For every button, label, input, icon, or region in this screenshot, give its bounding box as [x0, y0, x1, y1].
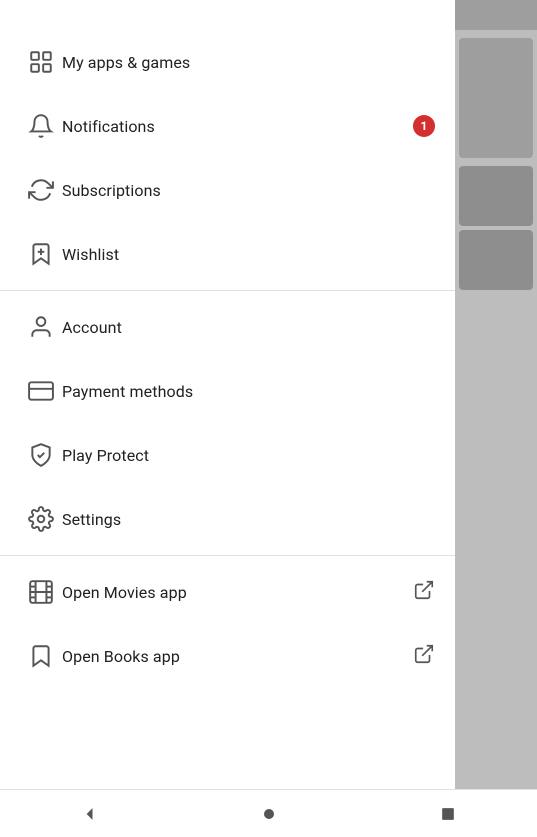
bookmark-icon — [20, 643, 62, 669]
sidebar-item-settings[interactable]: Settings — [0, 487, 455, 551]
sidebar-item-wishlist[interactable]: Wishlist — [0, 222, 455, 286]
settings-label: Settings — [62, 510, 435, 529]
bottom-nav-bar — [0, 789, 537, 837]
shield-icon — [20, 442, 62, 468]
payment-methods-label: Payment methods — [62, 382, 435, 401]
gear-icon — [20, 506, 62, 532]
open-books-label: Open Books app — [62, 647, 413, 666]
wishlist-label: Wishlist — [62, 245, 435, 264]
sidebar-item-play-protect[interactable]: Play Protect — [0, 423, 455, 487]
open-movies-label: Open Movies app — [62, 583, 413, 602]
my-apps-games-label: My apps & games — [62, 53, 435, 72]
external-link-icon-books — [413, 643, 435, 669]
sidebar-item-payment-methods[interactable]: Payment methods — [0, 359, 455, 423]
credit-card-icon — [20, 378, 62, 404]
play-protect-label: Play Protect — [62, 446, 435, 465]
external-link-icon-movies — [413, 579, 435, 605]
navigation-drawer: My apps & games Notifications 1 Subscrip… — [0, 0, 455, 837]
sidebar-item-my-apps-games[interactable]: My apps & games — [0, 30, 455, 94]
refresh-icon — [20, 177, 62, 203]
sidebar-item-account[interactable]: Account — [0, 295, 455, 359]
bg-card-2 — [459, 166, 533, 226]
sidebar-item-open-books[interactable]: Open Books app — [0, 624, 455, 688]
film-icon — [20, 579, 62, 605]
bg-card-3 — [459, 230, 533, 290]
home-button[interactable] — [239, 794, 299, 834]
sidebar-item-open-movies[interactable]: Open Movies app — [0, 560, 455, 624]
divider-1 — [0, 290, 455, 291]
account-label: Account — [62, 318, 435, 337]
bg-right-content — [455, 30, 537, 789]
person-icon — [20, 314, 62, 340]
drawer-header — [0, 0, 455, 30]
divider-2 — [0, 555, 455, 556]
sidebar-item-notifications[interactable]: Notifications 1 — [0, 94, 455, 158]
back-button[interactable] — [60, 794, 120, 834]
notifications-label: Notifications — [62, 117, 413, 136]
sidebar-item-subscriptions[interactable]: Subscriptions — [0, 158, 455, 222]
recents-button[interactable] — [418, 794, 478, 834]
grid-icon — [20, 49, 62, 75]
bg-card-1 — [459, 38, 533, 158]
bookmark-add-icon — [20, 241, 62, 267]
bell-icon — [20, 113, 62, 139]
subscriptions-label: Subscriptions — [62, 181, 435, 200]
notification-badge: 1 — [413, 115, 435, 137]
